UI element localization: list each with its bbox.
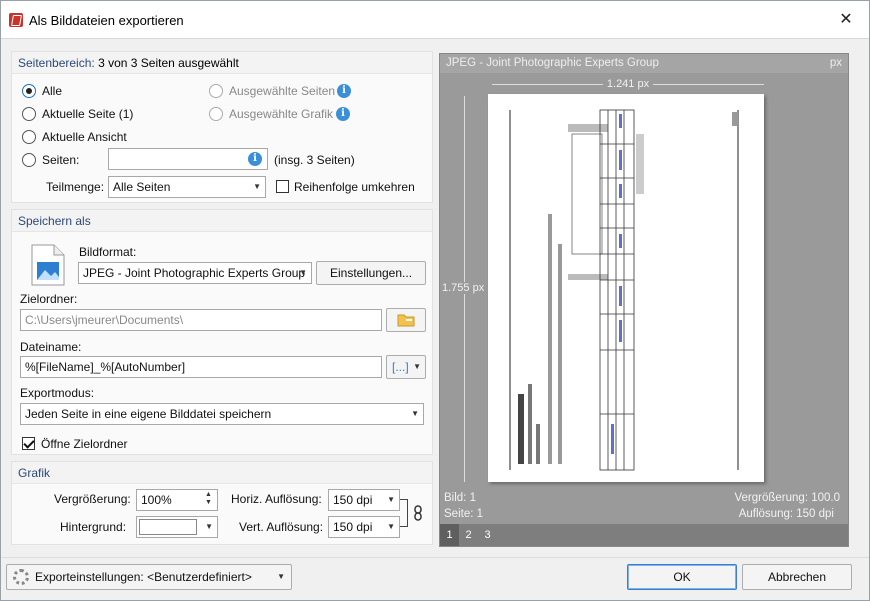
- pages-info-icon[interactable]: i: [248, 152, 262, 166]
- filename-input[interactable]: %[FileName]_%[AutoNumber]: [20, 356, 382, 378]
- horiz-res-select[interactable]: 150 dpi ▼: [328, 489, 400, 511]
- reverse-order-checkbox[interactable]: [276, 180, 289, 193]
- page-tab-1[interactable]: 1: [440, 524, 459, 546]
- background-color-select[interactable]: ▼: [136, 516, 218, 538]
- horiz-res-label: Horiz. Auflösung:: [231, 492, 322, 506]
- chevron-down-icon: ▼: [277, 572, 285, 581]
- radio-current-page-label[interactable]: Aktuelle Seite (1): [42, 107, 133, 121]
- page-tab-2[interactable]: 2: [459, 524, 478, 546]
- page-content-illustration: [509, 109, 739, 471]
- preview-height-label: 1.755 px: [442, 282, 485, 294]
- preview-unit[interactable]: px: [830, 54, 842, 73]
- preview-header: JPEG - Joint Photographic Experts Group …: [440, 54, 848, 73]
- graphics-group: Grafik Vergrößerung: 100% ▲ ▼ Hintergrund…: [11, 461, 433, 545]
- vert-res-select-value: 150 dpi: [333, 520, 373, 534]
- export-mode-label: Exportmodus:: [20, 386, 95, 400]
- format-select[interactable]: JPEG - Joint Photographic Experts Group …: [78, 262, 312, 284]
- radio-selected-pages-label[interactable]: Ausgewählte Seiten: [229, 84, 335, 98]
- window-title: Als Bilddateien exportieren: [29, 13, 184, 28]
- chevron-down-icon: ▼: [387, 495, 395, 504]
- radio-all-label[interactable]: Alle: [42, 84, 62, 98]
- save-as-heading: Speichern als: [12, 210, 432, 232]
- browse-folder-button[interactable]: [386, 308, 426, 332]
- preview-page-tabs: 1 2 3: [440, 524, 848, 546]
- export-settings-value: <Benutzerdefiniert>: [147, 570, 252, 584]
- zoom-spinner[interactable]: ▲ ▼: [205, 491, 212, 507]
- chain-link-icon[interactable]: [413, 505, 423, 521]
- selected-graphic-info-icon[interactable]: i: [336, 107, 350, 121]
- folder-icon: [397, 314, 415, 327]
- radio-all[interactable]: [22, 84, 36, 98]
- preview-panel: JPEG - Joint Photographic Experts Group …: [439, 53, 849, 547]
- chevron-down-icon: ▼: [413, 362, 421, 371]
- background-label: Hintergrund:: [60, 520, 127, 534]
- reverse-order-label[interactable]: Reihenfolge umkehren: [294, 180, 415, 194]
- vert-res-label: Vert. Auflösung:: [239, 520, 324, 534]
- selected-pages-info-icon[interactable]: i: [337, 84, 351, 98]
- format-label: Bildformat:: [79, 245, 137, 259]
- preview-info: Bild: 1 Seite: 1 Vergrößerung: 100.0 Auf…: [440, 490, 848, 526]
- preview-zoom-info: Vergrößerung: 100.0: [734, 492, 841, 504]
- preview-width-dimension: 1.241 px: [492, 78, 764, 90]
- chevron-down-icon: ▼: [205, 522, 213, 531]
- preview-page-thumbnail: [488, 94, 764, 482]
- chevron-down-icon: ▼: [387, 522, 395, 531]
- radio-selected-pages[interactable]: [209, 84, 223, 98]
- horiz-res-select-value: 150 dpi: [333, 493, 373, 507]
- preview-resolution-info: Auflösung: 150 dpi: [738, 508, 834, 520]
- radio-selected-graphic-label[interactable]: Ausgewählte Grafik: [229, 107, 333, 121]
- radio-pages-label[interactable]: Seiten:: [42, 153, 79, 167]
- export-settings-label: Exporteinstellungen:: [35, 570, 144, 584]
- radio-pages[interactable]: [22, 153, 36, 167]
- background-color-swatch: [139, 519, 197, 535]
- export-mode-select-value: Jeden Seite in eine eigene Bilddatei spe…: [25, 407, 272, 421]
- resolution-link-bracket: [400, 499, 408, 527]
- gear-icon: [13, 569, 29, 585]
- format-select-value: JPEG - Joint Photographic Experts Group: [83, 266, 306, 280]
- open-folder-checkbox[interactable]: [22, 437, 35, 450]
- subset-select-value: Alle Seiten: [113, 180, 171, 194]
- image-file-icon: [30, 244, 66, 286]
- chevron-down-icon: ▼: [411, 409, 419, 418]
- radio-selected-graphic[interactable]: [209, 107, 223, 121]
- subset-label: Teilmenge:: [46, 180, 105, 194]
- radio-current-view[interactable]: [22, 130, 36, 144]
- pages-input[interactable]: [108, 148, 268, 170]
- preview-image-info: Bild: 1: [444, 492, 476, 504]
- export-mode-select[interactable]: Jeden Seite in eine eigene Bilddatei spe…: [20, 403, 424, 425]
- app-logo-icon: [9, 13, 23, 27]
- graphics-heading: Grafik: [12, 462, 432, 484]
- preview-width-label: 1.241 px: [602, 78, 654, 90]
- page-range-heading: Seitenbereich: 3 von 3 Seiten ausgewählt: [12, 52, 432, 74]
- page-tab-3[interactable]: 3: [478, 524, 497, 546]
- save-as-group: Speichern als Bildformat: JPEG - Joint P…: [11, 209, 433, 455]
- macro-button-label: [...]: [392, 360, 409, 374]
- folder-label: Zielordner:: [20, 292, 78, 306]
- preview-format: JPEG - Joint Photographic Experts Group: [446, 57, 659, 69]
- ok-button[interactable]: OK: [627, 564, 737, 590]
- close-button[interactable]: ✕: [823, 1, 869, 39]
- cancel-button[interactable]: Abbrechen: [742, 564, 852, 590]
- page-range-heading-count: 3 von 3 Seiten ausgewählt: [98, 56, 239, 70]
- radio-current-page[interactable]: [22, 107, 36, 121]
- page-range-heading-label: Seitenbereich:: [18, 56, 95, 70]
- export-dialog: Als Bilddateien exportieren ✕ Seitenbere…: [0, 0, 870, 601]
- chevron-down-icon: ▼: [299, 268, 307, 277]
- zoom-label: Vergrößerung:: [54, 492, 131, 506]
- page-range-group: Seitenbereich: 3 von 3 Seiten ausgewählt…: [11, 51, 433, 203]
- subset-select[interactable]: Alle Seiten ▼: [108, 176, 266, 198]
- vert-res-select[interactable]: 150 dpi ▼: [328, 516, 400, 538]
- pages-total-text: (insg. 3 Seiten): [274, 153, 355, 167]
- folder-input[interactable]: C:\Users\jmeurer\Documents\: [20, 309, 382, 331]
- dialog-footer: Exporteinstellungen: <Benutzerdefiniert>…: [1, 557, 869, 600]
- export-settings-select[interactable]: Exporteinstellungen: <Benutzerdefiniert>…: [6, 564, 292, 590]
- preview-page-info: Seite: 1: [444, 508, 483, 520]
- chevron-down-icon: ▼: [253, 182, 261, 191]
- open-folder-label[interactable]: Öffne Zielordner: [41, 437, 128, 451]
- macro-button[interactable]: [...] ▼: [386, 355, 426, 379]
- radio-current-view-label[interactable]: Aktuelle Ansicht: [42, 130, 127, 144]
- filename-label: Dateiname:: [20, 340, 82, 354]
- title-bar: Als Bilddateien exportieren ✕: [1, 1, 869, 39]
- settings-button[interactable]: Einstellungen...: [316, 261, 426, 285]
